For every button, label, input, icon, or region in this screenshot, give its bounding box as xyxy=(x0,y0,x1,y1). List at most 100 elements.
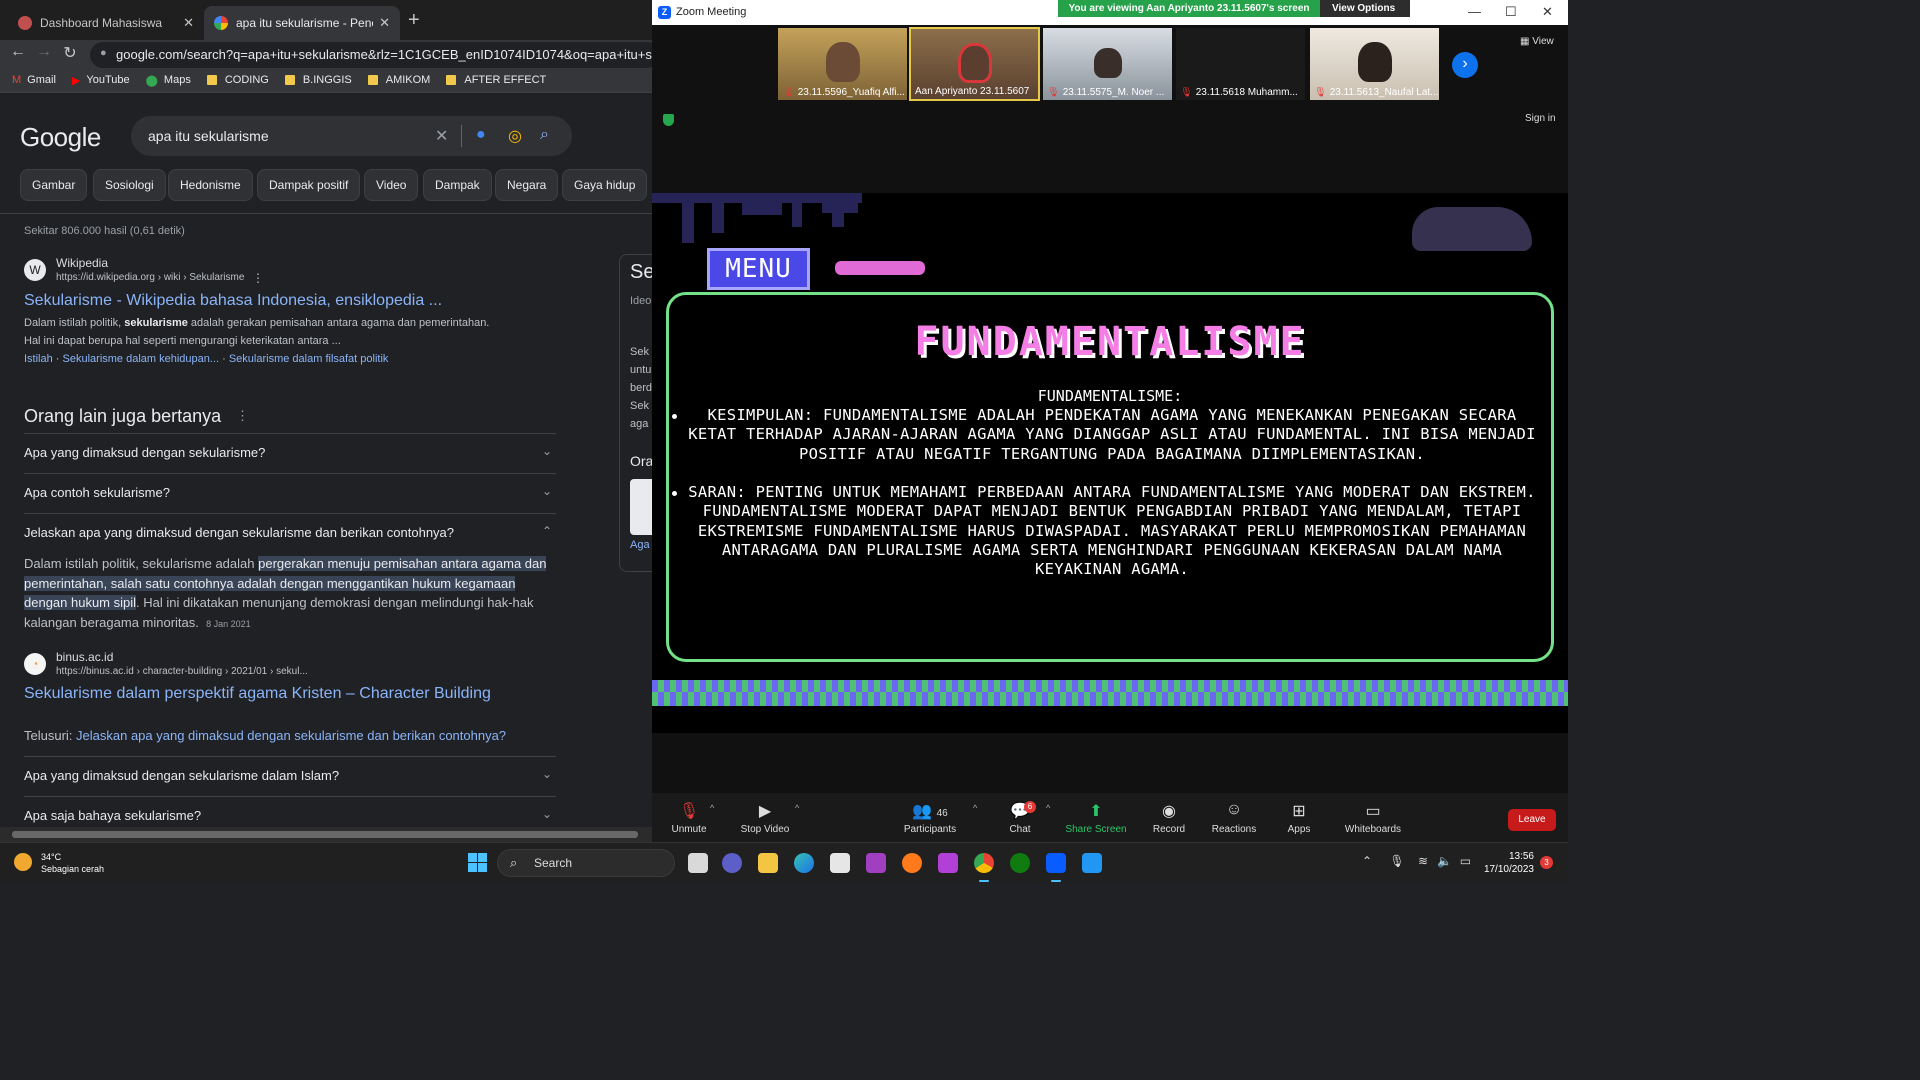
close-tab-icon[interactable]: ✕ xyxy=(379,15,390,31)
maximize-icon[interactable]: ☐ xyxy=(1505,4,1517,20)
chip-gambar[interactable]: Gambar xyxy=(20,169,88,201)
edge-icon[interactable] xyxy=(794,853,814,873)
sitelink[interactable]: Sekularisme dalam filsafat politik xyxy=(229,353,389,365)
scrollbar-thumb[interactable] xyxy=(12,831,638,838)
address-bar[interactable]: ● google.com/search?q=apa+itu+sekularism… xyxy=(90,42,652,68)
chip-dampak-positif[interactable]: Dampak positif xyxy=(257,169,361,201)
back-icon[interactable]: ← xyxy=(8,43,28,61)
minimize-icon[interactable]: — xyxy=(1468,4,1481,19)
file-explorer-icon[interactable] xyxy=(758,853,778,873)
view-options-button[interactable]: View Options ⌄ xyxy=(1320,0,1410,31)
paa-question-expanded[interactable]: Jelaskan apa yang dimaksud dengan sekula… xyxy=(24,513,556,553)
pixel-cloud-decoration xyxy=(1412,207,1532,251)
microphone-icon[interactable]: 🎙 xyxy=(1389,854,1404,868)
notification-badge[interactable]: 3 xyxy=(1540,856,1553,869)
search-input[interactable]: apa itu sekularisme ✕ ● ◎ ⌕ xyxy=(131,116,572,156)
close-icon[interactable]: ✕ xyxy=(1542,4,1553,20)
result-title-link[interactable]: Sekularisme dalam perspektif agama Krist… xyxy=(24,685,491,703)
chip-negara[interactable]: Negara xyxy=(495,169,559,201)
chat-button[interactable]: 💬 Chat 6 xyxy=(985,801,1055,835)
sign-in-link[interactable]: Sign in xyxy=(1525,113,1556,124)
clear-icon[interactable]: ✕ xyxy=(435,126,448,146)
panel-image[interactable] xyxy=(630,479,652,535)
paa-question[interactable]: Apa contoh sekularisme? ⌄ xyxy=(24,473,556,513)
paa-question[interactable]: Apa yang dimaksud dengan sekularisme? ⌄ xyxy=(24,433,556,473)
explore-link[interactable]: Jelaskan apa yang dimaksud dengan sekula… xyxy=(76,728,506,743)
tab-google-search[interactable]: apa itu sekularisme - Penelusuran ✕ xyxy=(204,6,400,40)
speaker-icon[interactable]: 🔈 xyxy=(1437,854,1452,868)
close-tab-icon[interactable]: ✕ xyxy=(183,15,194,31)
participant-tile[interactable]: 🎙 23.11.5596_Yuafiq Alfi... xyxy=(777,27,908,101)
bookmark-amikom[interactable]: AMIKOM xyxy=(367,74,430,86)
result-title-link[interactable]: Sekularisme - Wikipedia bahasa Indonesia… xyxy=(24,292,442,310)
participant-tile-active-speaker[interactable]: Aan Apriyanto 23.11.5607 xyxy=(909,27,1040,101)
zoom-icon[interactable] xyxy=(1046,853,1066,882)
instagram-icon[interactable] xyxy=(866,853,886,873)
panel-link[interactable]: Aga xyxy=(630,539,650,551)
participant-tile[interactable]: 🎙 23.11.5613_Naufal Lat... xyxy=(1309,27,1440,101)
stop-video-button[interactable]: ▶ Stop Video xyxy=(730,801,800,835)
security-shield-icon[interactable] xyxy=(663,114,674,126)
reactions-button[interactable]: ☺ Reactions xyxy=(1199,801,1269,835)
notepad-icon[interactable] xyxy=(1082,853,1102,873)
more-options-icon[interactable]: ⋮ xyxy=(252,271,264,285)
task-view-icon[interactable] xyxy=(688,853,708,873)
chip-gaya-hidup[interactable]: Gaya hidup xyxy=(562,169,648,201)
horizontal-scrollbar[interactable] xyxy=(0,827,652,842)
participant-tile[interactable]: 🎙 23.11.5575_M. Noer ... xyxy=(1042,27,1173,101)
search-icon[interactable]: ⌕ xyxy=(540,126,549,144)
participants-button[interactable]: 👥 46 Participants xyxy=(895,801,965,835)
clock[interactable]: 13:56 17/10/2023 xyxy=(1478,850,1534,876)
wifi-icon[interactable]: ≋ xyxy=(1418,854,1428,868)
whiteboards-button[interactable]: ▭ Whiteboards xyxy=(1338,801,1408,835)
participant-tile[interactable]: 🎙 23.11.5618 Muhamm... xyxy=(1175,27,1306,101)
next-page-button[interactable]: › xyxy=(1452,52,1478,78)
site-info-icon[interactable]: ● xyxy=(100,47,107,59)
bookmark-maps[interactable]: ⬤ Maps xyxy=(146,74,191,87)
participant-name-text: 23.11.5613_Naufal Lat... xyxy=(1329,87,1438,98)
paa-question[interactable]: Apa yang dimaksud dengan sekularisme dal… xyxy=(24,756,556,796)
lens-icon[interactable]: ◎ xyxy=(508,126,522,146)
new-tab-icon[interactable]: + xyxy=(408,10,420,30)
firefox-icon[interactable] xyxy=(902,853,922,873)
store-icon[interactable] xyxy=(830,853,850,873)
bookmark-after-effect[interactable]: AFTER EFFECT xyxy=(446,74,546,86)
xbox-icon[interactable] xyxy=(1010,853,1030,873)
bookmark-coding[interactable]: CODING xyxy=(206,74,269,86)
sitelink[interactable]: Istilah xyxy=(24,353,53,365)
panel-line: Sek xyxy=(630,400,649,412)
participant-name: Aan Apriyanto 23.11.5607 xyxy=(915,86,1039,97)
participant-video xyxy=(957,43,992,83)
google-logo[interactable]: Google xyxy=(20,122,101,153)
sitelink[interactable]: Sekularisme dalam kehidupan... xyxy=(63,353,220,365)
reload-icon[interactable]: ↻ xyxy=(60,43,80,63)
record-button[interactable]: ◉ Record xyxy=(1134,801,1204,835)
zoom-title-bar: Z Zoom Meeting You are viewing Aan Apriy… xyxy=(652,0,1568,31)
button-label: Apps xyxy=(1287,824,1311,835)
tab-dashboard-mahasiswa[interactable]: Dashboard Mahasiswa ✕ xyxy=(8,6,204,40)
taskbar-search[interactable]: ⌕ Search xyxy=(497,849,675,877)
chrome-icon[interactable] xyxy=(974,853,994,882)
teams-chat-icon[interactable] xyxy=(722,853,742,873)
forward-icon[interactable]: → xyxy=(34,43,54,61)
bookmark-youtube[interactable]: ▶ YouTube xyxy=(72,74,130,87)
apps-button[interactable]: ⊞ Apps xyxy=(1264,801,1334,835)
chip-hedonisme[interactable]: Hedonisme xyxy=(168,169,253,201)
bookmark-binggis[interactable]: B.INGGIS xyxy=(284,74,352,86)
leave-button[interactable]: Leave xyxy=(1508,809,1556,831)
show-hidden-icons-icon[interactable]: ⌃ xyxy=(1362,854,1372,868)
battery-icon[interactable]: ▭ xyxy=(1460,854,1471,868)
participant-name-text: 23.11.5596_Yuafiq Alfi... xyxy=(797,87,905,98)
chip-video[interactable]: Video xyxy=(364,169,419,201)
app-icon[interactable] xyxy=(938,853,958,873)
more-options-icon[interactable]: ⋮ xyxy=(236,408,249,424)
binus-icon: ◔ xyxy=(24,653,46,675)
chip-dampak[interactable]: Dampak xyxy=(423,169,492,201)
chip-sosiologi[interactable]: Sosiologi xyxy=(93,169,166,201)
wikipedia-icon: W xyxy=(24,259,46,281)
bookmark-gmail[interactable]: M Gmail xyxy=(12,74,56,86)
start-button[interactable] xyxy=(468,853,487,872)
view-button[interactable]: ▦ View xyxy=(1520,36,1554,47)
share-screen-button[interactable]: ⬆ Share Screen xyxy=(1061,801,1131,835)
voice-search-icon[interactable]: ● xyxy=(476,126,486,144)
